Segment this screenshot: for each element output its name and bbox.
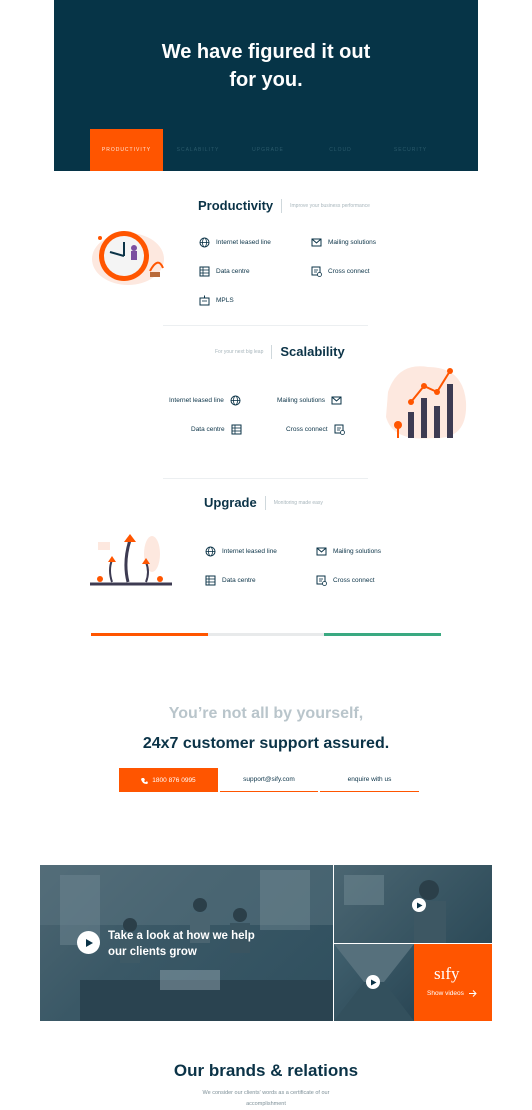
show-videos-link[interactable]: Show videos	[427, 990, 477, 997]
progress-segment-1	[91, 633, 208, 636]
play-button-top-right[interactable]	[412, 898, 426, 912]
service-label: Cross connect	[286, 426, 328, 433]
tab-upgrade[interactable]: UPGRADE	[233, 129, 303, 171]
header-divider	[281, 198, 283, 213]
mail-icon	[331, 395, 342, 406]
play-button-main[interactable]	[77, 931, 100, 954]
service-label: Data centre	[191, 426, 225, 433]
scalability-title: Scalability	[280, 344, 345, 359]
hero-title-line2: for you.	[229, 69, 303, 91]
globe-icon	[230, 395, 241, 406]
tab-security[interactable]: SECURITY	[378, 129, 443, 171]
productivity-header: Productivity Improve your business perfo…	[198, 198, 370, 213]
tab-scalability[interactable]: SCALABILITY	[163, 129, 233, 171]
growth-chart-illustration	[386, 366, 467, 439]
scalability-header: For your next big leap Scalability	[215, 344, 345, 359]
service-cross-connect[interactable]: Cross connect	[316, 575, 381, 586]
header-divider	[264, 495, 266, 510]
hero-title: We have figured it out for you.	[54, 38, 478, 94]
service-mailing-solutions[interactable]: Mailing solutions	[311, 237, 382, 248]
play-icon	[85, 938, 93, 947]
productivity-subtitle: Improve your business performance	[290, 202, 370, 209]
video-headline: Take a look at how we help our clients g…	[108, 928, 298, 960]
tab-productivity[interactable]: PRODUCTIVITY	[90, 129, 163, 171]
service-internet-leased-line[interactable]: Internet leased line	[199, 237, 277, 248]
service-internet-leased-line[interactable]: Internet leased line	[205, 546, 283, 557]
clock-illustration	[92, 231, 164, 285]
service-label: Data centre	[222, 577, 256, 584]
service-data-centre[interactable]: Data centre	[205, 575, 262, 586]
service-mailing-solutions[interactable]: Mailing solutions	[316, 546, 387, 557]
service-mpls[interactable]: MPLS	[199, 295, 240, 306]
service-label: Internet leased line	[216, 239, 271, 246]
service-cross-connect[interactable]: Cross connect	[280, 424, 345, 435]
service-label: Cross connect	[328, 268, 370, 275]
progress-segment-2	[208, 633, 324, 636]
server-icon	[205, 575, 216, 586]
brands-subtitle-line2: accomplishment	[246, 1101, 286, 1107]
hero-title-line1: We have figured it out	[161, 41, 371, 63]
service-label: Mailing solutions	[328, 239, 377, 246]
phone-number: 1800 876 0995	[152, 776, 196, 784]
video-headline-line1: Take a look at how we help	[108, 930, 255, 942]
mail-icon	[316, 546, 327, 557]
server-icon	[231, 424, 242, 435]
cross-connect-icon	[334, 424, 345, 435]
service-label: Internet leased line	[222, 548, 277, 555]
upgrade-arrows-illustration	[90, 534, 172, 586]
play-icon	[370, 979, 376, 985]
globe-icon	[199, 237, 210, 248]
service-label: MPLS	[216, 297, 234, 304]
call-button[interactable]: 1800 876 0995	[119, 768, 218, 792]
productivity-title: Productivity	[198, 198, 274, 213]
service-internet-leased-line[interactable]: Internet leased line	[163, 395, 241, 406]
service-label: Data centre	[216, 268, 250, 275]
mail-icon	[311, 237, 322, 248]
brands-subtitle-line1: We consider our clients' words as a cert…	[202, 1090, 330, 1096]
arrow-right-icon	[468, 990, 477, 997]
sify-logo: sıfy	[434, 964, 460, 983]
service-data-centre[interactable]: Data centre	[199, 266, 256, 277]
globe-icon	[205, 546, 216, 557]
upgrade-subtitle: Monitoring made easy	[273, 499, 323, 506]
service-label: Cross connect	[333, 577, 375, 584]
play-button-bottom-right[interactable]	[366, 975, 380, 989]
hero-banner: We have figured it out for you. PRODUCTI…	[54, 0, 478, 171]
section-divider	[163, 478, 368, 479]
scalability-subtitle: For your next big leap	[215, 348, 264, 355]
solution-tabs: PRODUCTIVITY SCALABILITY UPGRADE CLOUD S…	[90, 129, 443, 171]
show-videos-label: Show videos	[427, 990, 464, 997]
phone-icon	[141, 777, 149, 784]
section-divider	[163, 325, 368, 326]
support-heading-line1: You’re not all by yourself,	[168, 705, 364, 722]
cross-connect-icon	[316, 575, 327, 586]
progress-segment-3	[324, 633, 441, 636]
brands-title: Our brands & relations	[173, 1061, 359, 1080]
service-mailing-solutions[interactable]: Mailing solutions	[271, 395, 342, 406]
service-label: Internet leased line	[169, 397, 224, 404]
service-data-centre[interactable]: Data centre	[185, 424, 242, 435]
header-divider	[271, 344, 273, 359]
brands-subtitle: We consider our clients' words as a cert…	[191, 1088, 341, 1110]
support-heading-line2: 24x7 customer support assured.	[142, 735, 390, 752]
service-label: Mailing solutions	[333, 548, 382, 555]
tab-cloud[interactable]: CLOUD	[303, 129, 378, 171]
enquire-link[interactable]: enquire with us	[320, 768, 419, 792]
server-icon	[199, 266, 210, 277]
mpls-icon	[199, 295, 210, 306]
play-icon	[416, 902, 422, 908]
video-headline-line2: our clients grow	[108, 946, 197, 958]
email-link[interactable]: support@sify.com	[220, 768, 318, 792]
service-label: Mailing solutions	[277, 397, 326, 404]
service-cross-connect[interactable]: Cross connect	[311, 266, 376, 277]
cross-connect-icon	[311, 266, 322, 277]
upgrade-header: Upgrade Monitoring made easy	[204, 495, 323, 510]
upgrade-title: Upgrade	[204, 495, 257, 510]
